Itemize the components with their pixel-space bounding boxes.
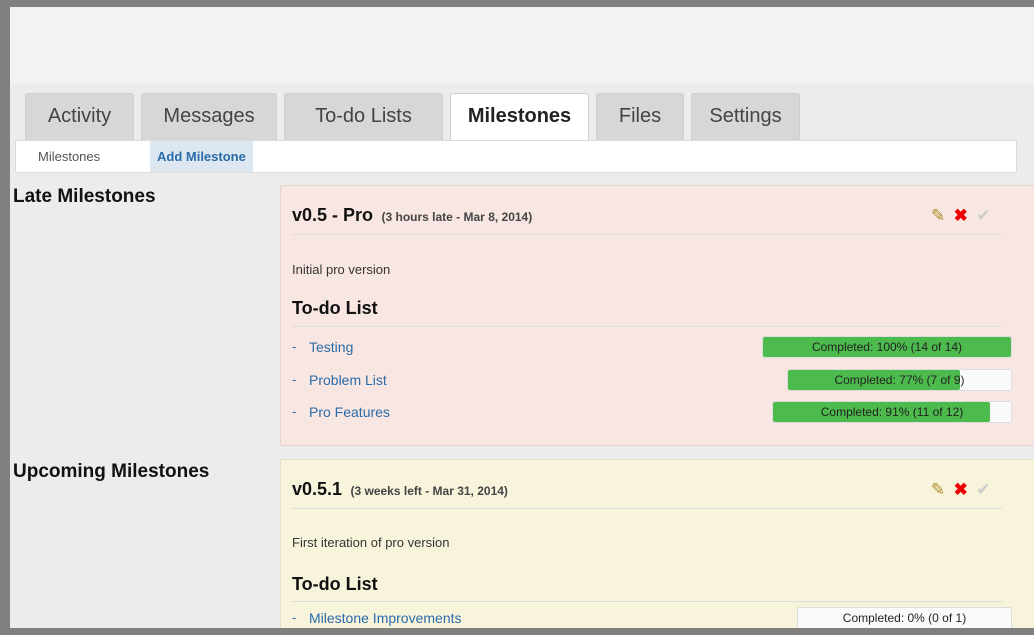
app-window: Activity Messages To-do Lists Milestones… [10, 7, 1034, 628]
milestone-name: v0.5 - Pro [292, 205, 374, 225]
todo-dash: - [292, 404, 297, 419]
check-icon[interactable]: ✔ [974, 206, 992, 226]
top-bar [10, 7, 1034, 84]
tab-settings[interactable]: Settings [691, 93, 800, 141]
divider [292, 601, 1002, 602]
progress-bar: Completed: 100% (14 of 14) [762, 336, 1012, 358]
progress-label: Completed: 77% (7 of 9) [834, 373, 965, 387]
milestone-actions: ✎ ✖ ✔ [929, 480, 992, 500]
progress-bar: Completed: 91% (11 of 12) [772, 401, 1012, 423]
milestone-description: Initial pro version [292, 262, 391, 277]
milestone-header: v0.5 - Pro (3 hours late - Mar 8, 2014) [292, 205, 532, 226]
upcoming-milestones-heading: Upcoming Milestones [13, 461, 210, 482]
milestone-card-late: v0.5 - Pro (3 hours late - Mar 8, 2014) … [280, 185, 1034, 446]
todo-link-milestone-improvements[interactable]: Milestone Improvements [309, 610, 462, 626]
todo-item: - Pro Features Completed: 91% (11 of 12) [292, 401, 1012, 425]
todo-dash: - [292, 339, 297, 354]
tab-activity[interactable]: Activity [25, 93, 134, 141]
todo-link-problem-list[interactable]: Problem List [309, 372, 387, 388]
progress-label: Completed: 0% (0 of 1) [842, 611, 967, 625]
add-milestone-button[interactable]: Add Milestone [150, 141, 253, 172]
milestone-actions: ✎ ✖ ✔ [929, 206, 992, 226]
progress-label: Completed: 91% (11 of 12) [820, 405, 964, 419]
progress-bar: Completed: 0% (0 of 1) [797, 607, 1012, 628]
todo-item: - Problem List Completed: 77% (7 of 9) [292, 369, 1012, 393]
milestone-header: v0.5.1 (3 weeks left - Mar 31, 2014) [292, 479, 508, 500]
divider [292, 234, 1002, 235]
tab-messages[interactable]: Messages [141, 93, 277, 141]
todo-item: - Milestone Improvements Completed: 0% (… [292, 607, 1012, 628]
milestone-name: v0.5.1 [292, 479, 343, 499]
milestone-card-upcoming: v0.5.1 (3 weeks left - Mar 31, 2014) ✎ ✖… [280, 459, 1034, 628]
milestone-status: (3 weeks left - Mar 31, 2014) [350, 484, 508, 498]
sub-navigation: Milestones Add Milestone [15, 140, 1017, 173]
milestone-description: First iteration of pro version [292, 535, 450, 550]
pencil-icon[interactable]: ✎ [929, 480, 947, 500]
progress-bar: Completed: 77% (7 of 9) [787, 369, 1012, 391]
pencil-icon[interactable]: ✎ [929, 206, 947, 226]
tab-todo-lists[interactable]: To-do Lists [284, 93, 443, 141]
delete-x-icon[interactable]: ✖ [952, 206, 970, 226]
todo-list-heading: To-do List [292, 298, 378, 318]
subnav-milestones-link[interactable]: Milestones [31, 141, 107, 172]
tab-milestones[interactable]: Milestones [450, 93, 589, 142]
divider [292, 326, 1002, 327]
divider [292, 508, 1002, 509]
check-icon[interactable]: ✔ [974, 480, 992, 500]
tab-files[interactable]: Files [596, 93, 684, 141]
todo-link-pro-features[interactable]: Pro Features [309, 404, 390, 420]
late-milestones-heading: Late Milestones [13, 186, 156, 207]
milestone-status: (3 hours late - Mar 8, 2014) [381, 210, 533, 224]
todo-link-testing[interactable]: Testing [309, 339, 353, 355]
delete-x-icon[interactable]: ✖ [952, 480, 970, 500]
todo-item: - Testing Completed: 100% (14 of 14) [292, 336, 1012, 360]
todo-dash: - [292, 372, 297, 387]
progress-label: Completed: 100% (14 of 14) [811, 340, 963, 354]
todo-list-heading: To-do List [292, 574, 378, 594]
todo-dash: - [292, 610, 297, 625]
